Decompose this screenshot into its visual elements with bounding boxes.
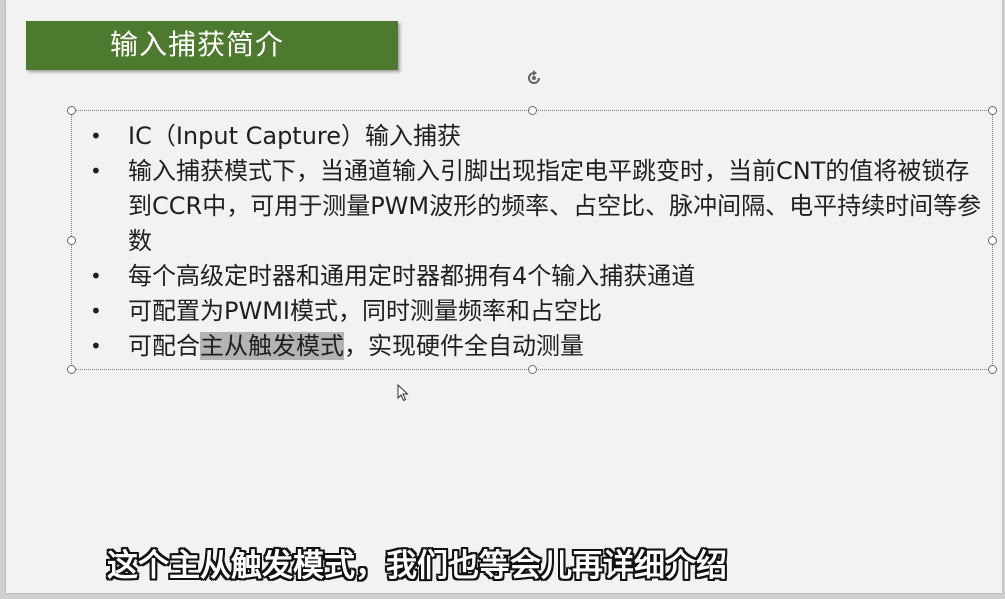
- text-box-selection[interactable]: • IC（Input Capture）输入捕获 • 输入捕获模式下，当通道输入引…: [67, 106, 997, 374]
- bullet-marker: •: [90, 124, 102, 148]
- video-subtitle: 这个主从触发模式，我们也等会儿再详细介绍: [107, 548, 727, 584]
- bullet-item[interactable]: • 每个高级定时器和通用定时器都拥有4个输入捕获通道: [84, 259, 984, 294]
- bullet-marker: •: [90, 159, 102, 183]
- bullet-item[interactable]: • 可配置为PWMI模式，同时测量频率和占空比: [84, 294, 984, 329]
- bullet-list[interactable]: • IC（Input Capture）输入捕获 • 输入捕获模式下，当通道输入引…: [84, 119, 984, 364]
- bullet-text-before: 可配合: [128, 332, 200, 360]
- bullet-text: 可配置为PWMI模式，同时测量频率和占空比: [128, 297, 602, 325]
- bullet-text-after: ，实现硬件全自动测量: [344, 332, 584, 360]
- bullet-marker: •: [90, 334, 102, 358]
- resize-handle-top-left[interactable]: [67, 106, 76, 115]
- bullet-item[interactable]: • IC（Input Capture）输入捕获: [84, 119, 984, 154]
- bullet-text: 输入捕获模式下，当通道输入引脚出现指定电平跳变时，当前CNT的值将被锁存到CCR…: [128, 157, 982, 255]
- slide[interactable]: 输入捕获简介 • IC（Input Capture）输入捕获 • 输入捕获模式下…: [6, 0, 1002, 593]
- resize-handle-top-right[interactable]: [988, 106, 997, 115]
- editor-canvas: 输入捕获简介 • IC（Input Capture）输入捕获 • 输入捕获模式下…: [0, 0, 1005, 599]
- resize-handle-middle-left[interactable]: [67, 236, 76, 245]
- arrow-cursor-icon: [397, 384, 409, 402]
- rotate-icon[interactable]: [524, 68, 544, 88]
- resize-handle-bottom-right[interactable]: [988, 365, 997, 374]
- bullet-item[interactable]: • 输入捕获模式下，当通道输入引脚出现指定电平跳变时，当前CNT的值将被锁存到C…: [84, 154, 984, 259]
- resize-handle-top-center[interactable]: [528, 106, 537, 115]
- bullet-text: 每个高级定时器和通用定时器都拥有4个输入捕获通道: [128, 262, 696, 290]
- bullet-item[interactable]: • 可配合主从触发模式，实现硬件全自动测量: [84, 329, 984, 364]
- resize-handle-bottom-center[interactable]: [528, 365, 537, 374]
- resize-handle-bottom-left[interactable]: [67, 365, 76, 374]
- title-banner[interactable]: 输入捕获简介: [26, 21, 398, 70]
- bullet-text: IC（Input Capture）输入捕获: [128, 122, 462, 150]
- bullet-marker: •: [90, 264, 102, 288]
- slide-title: 输入捕获简介: [110, 28, 285, 61]
- bullet-marker: •: [90, 299, 102, 323]
- highlighted-text[interactable]: 主从触发模式: [200, 332, 344, 360]
- resize-handle-middle-right[interactable]: [988, 236, 997, 245]
